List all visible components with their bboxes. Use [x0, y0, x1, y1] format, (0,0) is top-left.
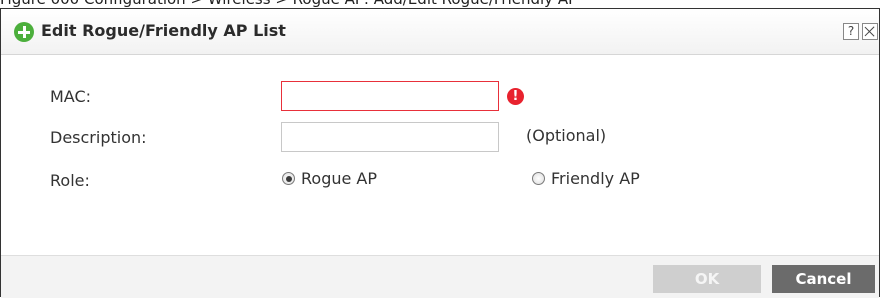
rogue-ap-label: Rogue AP: [301, 169, 378, 188]
figure-caption-text: Figure 000 Configuration > Wireless > Ro…: [0, 0, 577, 8]
cancel-button[interactable]: Cancel: [772, 265, 875, 293]
dialog-footer: OK Cancel: [1, 255, 879, 298]
description-input[interactable]: [281, 122, 499, 152]
role-label: Role:: [50, 171, 90, 190]
figure-caption: Figure 000 Configuration > Wireless > Ro…: [0, 0, 882, 8]
mac-input[interactable]: [281, 81, 499, 111]
help-button[interactable]: ?: [843, 23, 859, 40]
role-option-rogue-ap[interactable]: Rogue AP: [282, 169, 377, 188]
close-button[interactable]: [862, 23, 878, 40]
dialog-titlebar: Edit Rogue/Friendly AP List ?: [1, 9, 879, 55]
edit-rogue-friendly-ap-dialog: Edit Rogue/Friendly AP List ? MAC: ! Des…: [0, 8, 880, 298]
role-option-friendly-ap[interactable]: Friendly AP: [532, 169, 640, 188]
friendly-ap-radio[interactable]: [532, 172, 545, 185]
mac-label: MAC:: [50, 87, 92, 106]
add-icon: [14, 22, 34, 42]
error-icon: !: [507, 88, 524, 105]
optional-hint: (Optional): [526, 126, 607, 145]
dialog-title: Edit Rogue/Friendly AP List: [41, 21, 286, 40]
rogue-ap-radio[interactable]: [282, 172, 295, 185]
friendly-ap-label: Friendly AP: [551, 169, 640, 188]
description-label: Description:: [50, 128, 147, 147]
ok-button[interactable]: OK: [653, 265, 761, 293]
